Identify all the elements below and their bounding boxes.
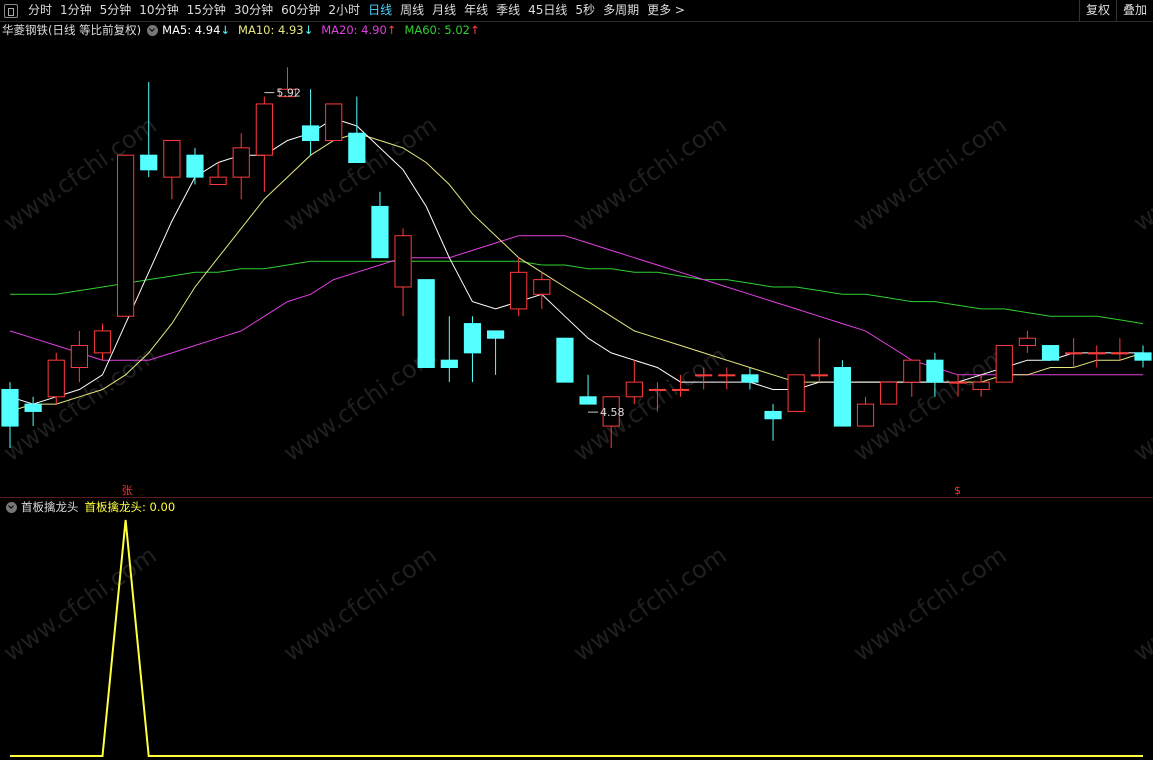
candle-body bbox=[140, 154, 158, 171]
candle-body bbox=[695, 374, 713, 377]
candle-body bbox=[163, 140, 181, 178]
indicator-info-line: 首板擒龙头 首板擒龙头: 0.00 bbox=[0, 499, 175, 515]
candle-body bbox=[1018, 337, 1036, 347]
candle-body bbox=[579, 396, 597, 405]
candle-body bbox=[741, 374, 759, 383]
candle-body bbox=[926, 359, 944, 383]
candle-body bbox=[348, 132, 366, 163]
candle-body bbox=[93, 330, 112, 354]
candle-body bbox=[718, 374, 736, 377]
ma20-line bbox=[9, 235, 1143, 376]
candle-body bbox=[371, 205, 389, 259]
candle-body bbox=[394, 235, 412, 288]
candle-body bbox=[648, 388, 667, 391]
candle-body bbox=[556, 337, 574, 383]
candle-body bbox=[510, 271, 528, 310]
signal-marker: 张 bbox=[122, 484, 133, 497]
candle-body bbox=[325, 103, 343, 142]
candle-body bbox=[833, 367, 852, 427]
indicator-value: 首板擒龙头: 0.00 bbox=[84, 500, 176, 514]
candle-body bbox=[949, 381, 967, 384]
candle-body bbox=[1065, 352, 1083, 355]
kline-chart[interactable]: 5.92 4.58 张 $ bbox=[0, 0, 1153, 760]
candle-body bbox=[70, 345, 88, 368]
ma60-line bbox=[10, 260, 1144, 325]
candle-body bbox=[787, 374, 805, 412]
candle-body bbox=[486, 330, 505, 339]
candle-body bbox=[625, 381, 643, 398]
candle-body bbox=[764, 410, 782, 420]
candle-body bbox=[856, 403, 875, 427]
candle-body bbox=[47, 359, 65, 398]
candle-body bbox=[671, 388, 690, 391]
indicator-name: 首板擒龙头 bbox=[21, 500, 79, 514]
panel-divider bbox=[0, 497, 1153, 498]
candle-body bbox=[810, 374, 828, 377]
candle-body bbox=[255, 103, 273, 156]
candle-body bbox=[440, 359, 458, 368]
candle-body bbox=[903, 359, 921, 383]
signal-marker: $ bbox=[954, 484, 961, 497]
candle-body bbox=[301, 125, 320, 142]
candle-body bbox=[1111, 352, 1129, 355]
indicator-line bbox=[10, 519, 1143, 757]
candle-body bbox=[417, 279, 435, 368]
candle-body bbox=[533, 279, 551, 295]
candle-body bbox=[995, 345, 1013, 383]
annotation-label: 5.92 bbox=[276, 87, 301, 100]
candle-body bbox=[880, 381, 898, 405]
candle-body bbox=[463, 323, 482, 354]
candle-body bbox=[117, 154, 135, 317]
candle-body bbox=[232, 147, 250, 178]
candle-body bbox=[972, 381, 990, 390]
indicator-dropdown-icon[interactable] bbox=[6, 501, 17, 513]
candle-body bbox=[1088, 352, 1106, 355]
candle-body bbox=[1041, 345, 1060, 361]
annotation-label: 4.58 bbox=[600, 406, 625, 419]
candle-body bbox=[1134, 352, 1152, 361]
candle-body bbox=[1, 388, 19, 427]
candle-body bbox=[24, 403, 42, 412]
candle-body bbox=[186, 154, 204, 178]
candle-body bbox=[209, 176, 227, 185]
